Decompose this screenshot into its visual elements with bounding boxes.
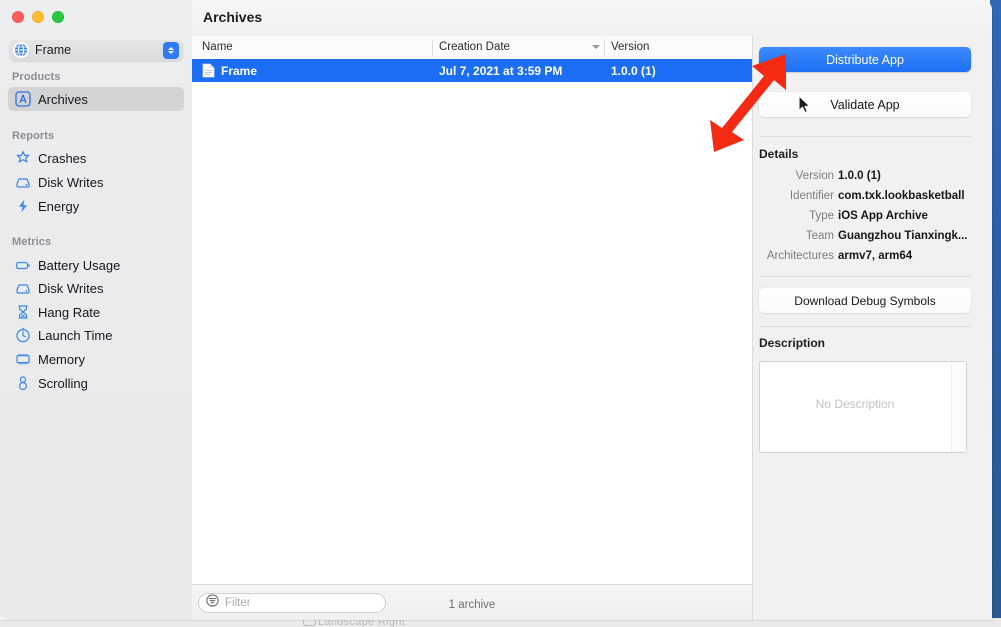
description-scrollbar[interactable]	[951, 362, 966, 452]
sort-chevron-down-icon[interactable]	[592, 45, 600, 49]
scheme-popup-button[interactable]: Frame	[9, 39, 183, 61]
details-panel: Distribute App Validate App Details Vers…	[752, 36, 992, 620]
sidebar-header-metrics: Metrics	[12, 236, 52, 248]
close-button[interactable]	[12, 11, 24, 23]
energy-icon	[14, 198, 31, 215]
archives-list: Name Creation Date Version Frame Jul 7, …	[192, 36, 752, 599]
zoom-button[interactable]	[52, 11, 64, 23]
sidebar-header-reports: Reports	[12, 130, 55, 142]
cell-version: 1.0.0 (1)	[611, 63, 656, 78]
table-header: Name Creation Date Version	[192, 36, 752, 60]
status-bar: Filter 1 archive	[192, 584, 752, 620]
detail-key: Team	[805, 230, 834, 242]
sidebar-item-disk-writes-report[interactable]: Disk Writes	[8, 170, 184, 194]
detail-row-architectures: Architectures armv7, arm64	[759, 250, 965, 265]
detail-row-team: Team Guangzhou Tianxingk...	[759, 230, 968, 245]
description-section-title: Description	[759, 336, 826, 350]
globe-icon	[13, 42, 29, 58]
disk-writes-icon	[14, 174, 31, 191]
sidebar-item-scrolling[interactable]: Scrolling	[8, 371, 184, 395]
mouse-cursor	[798, 95, 812, 115]
sidebar-item-label: Energy	[38, 198, 80, 214]
sidebar-item-disk-writes-metric[interactable]: Disk Writes	[8, 276, 184, 300]
sidebar-item-label: Scrolling	[38, 375, 88, 391]
screen: Landscape Right Frame Products Archives …	[0, 0, 1001, 627]
sidebar-item-label: Crashes	[38, 150, 87, 166]
scheme-label: Frame	[35, 43, 72, 57]
sidebar-item-hang-rate[interactable]: Hang Rate	[8, 300, 184, 324]
detail-value: Guangzhou Tianxingk...	[838, 230, 968, 242]
sidebar-item-energy[interactable]: Energy	[8, 194, 184, 218]
download-debug-symbols-button[interactable]: Download Debug Symbols	[759, 288, 971, 313]
detail-key: Version	[795, 170, 834, 182]
sidebar-item-launch-time[interactable]: Launch Time	[8, 323, 184, 347]
titlebar: Archives	[192, 0, 992, 37]
table-row[interactable]: Frame Jul 7, 2021 at 3:59 PM 1.0.0 (1)	[192, 59, 752, 82]
detail-key: Type	[809, 210, 834, 222]
divider	[759, 136, 971, 137]
divider	[759, 326, 971, 327]
main-area: Archives Name Creation Date Version Fram…	[192, 0, 992, 620]
sidebar-header-products: Products	[12, 71, 61, 83]
stopwatch-icon	[14, 327, 31, 344]
validate-app-button[interactable]: Validate App	[759, 92, 971, 117]
sidebar-item-memory[interactable]: Memory	[8, 347, 184, 371]
distribute-app-button[interactable]: Distribute App	[759, 47, 971, 72]
sidebar-item-label: Battery Usage	[38, 257, 121, 273]
scrolling-icon	[14, 375, 31, 392]
detail-key: Identifier	[789, 190, 834, 202]
sidebar-item-archives[interactable]: Archives	[8, 87, 184, 111]
page-title: Archives	[203, 9, 263, 25]
hourglass-icon	[14, 304, 31, 321]
traffic-lights[interactable]	[12, 11, 64, 23]
archive-app-icon	[14, 91, 31, 108]
xcode-organizer-window: Frame Products Archives Reports Crashes …	[0, 0, 992, 620]
updown-chevron-icon[interactable]	[163, 41, 179, 59]
memory-icon	[14, 351, 31, 368]
crashes-icon	[14, 150, 31, 167]
detail-row-version: Version 1.0.0 (1)	[759, 170, 965, 185]
column-header-version[interactable]: Version	[611, 41, 649, 53]
column-header-creation-date[interactable]: Creation Date	[439, 41, 510, 53]
divider	[759, 276, 971, 277]
sidebar-item-crashes[interactable]: Crashes	[8, 146, 184, 170]
disk-writes-icon	[14, 280, 31, 297]
cell-creation-date: Jul 7, 2021 at 3:59 PM	[439, 63, 563, 78]
column-header-name[interactable]: Name	[202, 41, 233, 53]
detail-row-type: Type iOS App Archive	[759, 210, 965, 225]
description-textarea[interactable]: No Description	[759, 361, 967, 453]
details-section-title: Details	[759, 147, 799, 161]
archive-file-icon	[202, 63, 215, 78]
sidebar-item-label: Memory	[38, 351, 85, 367]
sidebar-item-label: Launch Time	[38, 327, 113, 343]
detail-value: com.txk.lookbasketball	[838, 190, 965, 202]
archive-count: 1 archive	[448, 599, 496, 611]
description-placeholder: No Description	[815, 397, 895, 411]
cell-name: Frame	[221, 63, 258, 78]
sidebar: Frame Products Archives Reports Crashes …	[0, 0, 192, 620]
detail-value: 1.0.0 (1)	[838, 170, 881, 182]
minimize-button[interactable]	[32, 11, 44, 23]
sidebar-item-label: Disk Writes	[38, 280, 104, 296]
battery-icon	[14, 257, 31, 274]
sidebar-item-label: Hang Rate	[38, 304, 101, 320]
sidebar-item-battery-usage[interactable]: Battery Usage	[8, 253, 184, 277]
detail-key: Architectures	[766, 250, 834, 262]
detail-value: armv7, arm64	[838, 250, 913, 262]
sidebar-item-label: Disk Writes	[38, 174, 104, 190]
sidebar-item-label: Archives	[38, 91, 88, 107]
detail-row-identifier: Identifier com.txk.lookbasketball	[759, 190, 965, 205]
detail-value: iOS App Archive	[838, 210, 928, 222]
